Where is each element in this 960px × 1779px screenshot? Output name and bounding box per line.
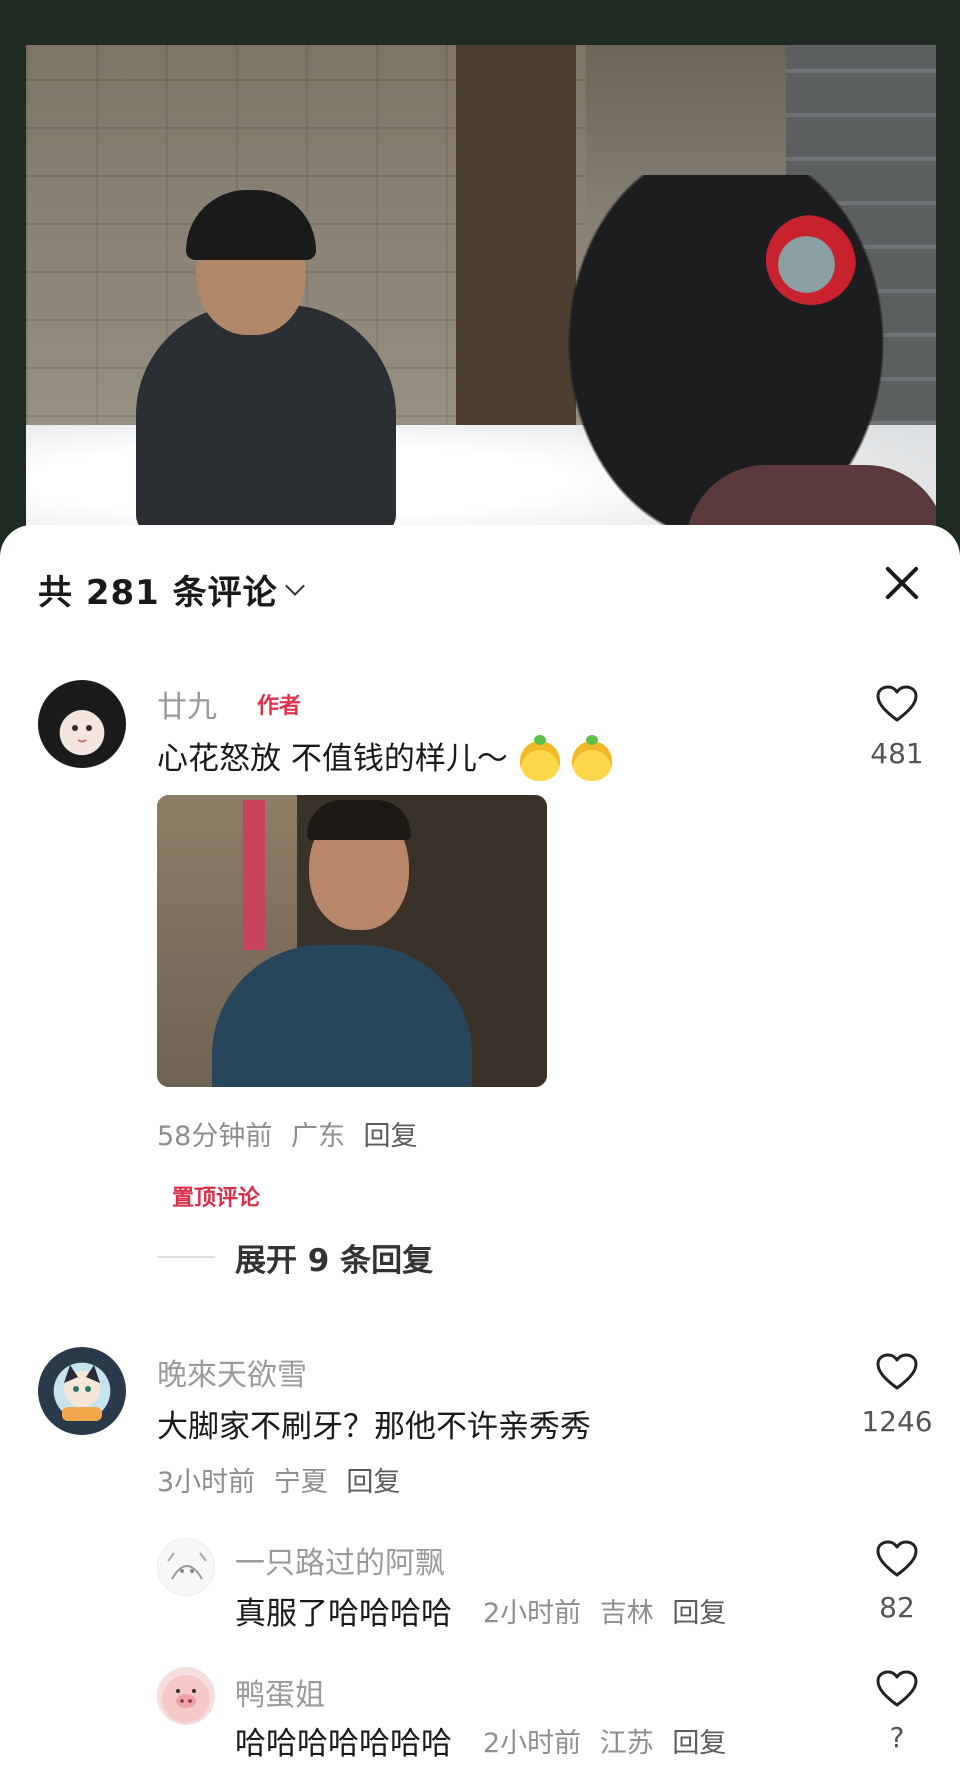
image-red-banner <box>243 800 265 950</box>
comment-meta: 58分钟前 广东 回复 <box>157 1114 418 1153</box>
cartoon-avatar-icon <box>62 1365 102 1421</box>
comment-image[interactable] <box>157 795 547 1087</box>
comment-text: 大脚家不刷牙？那他不许亲秀秀 <box>157 1409 591 1445</box>
reply-text: 哈哈哈哈哈哈哈 <box>235 1718 452 1763</box>
reply-location: 吉林 <box>599 1598 654 1629</box>
comment-count-title: 共 281 条评论 <box>38 573 278 613</box>
hair-bun <box>766 215 856 305</box>
reply-button[interactable]: 回复 <box>672 1598 726 1629</box>
reply-meta: 2小时前 吉林 回复 <box>483 1591 726 1630</box>
reply-meta: 2小时前 江苏 回复 <box>483 1721 726 1760</box>
heart-icon[interactable] <box>876 685 918 723</box>
like-count: 1246 <box>861 1405 933 1438</box>
anime-girl-avatar-icon <box>62 710 102 750</box>
pinned-label: 置顶评论 <box>172 1186 261 1211</box>
heart-icon[interactable] <box>876 1670 918 1708</box>
reply-button[interactable]: 回复 <box>672 1728 726 1759</box>
expand-replies-button[interactable]: 展开 9 条回复 <box>235 1235 433 1280</box>
like-count: 82 <box>879 1591 915 1624</box>
reply-text-body: 哈哈哈哈哈哈哈 <box>235 1726 452 1762</box>
comment-meta: 3小时前 宁夏 回复 <box>157 1460 400 1499</box>
divider <box>157 1256 215 1258</box>
image-man-hair <box>307 800 411 840</box>
like-count: 481 <box>870 737 924 770</box>
comment-text: 心花怒放 不值钱的样儿～ <box>157 733 612 781</box>
reply-button[interactable]: 回复 <box>364 1121 418 1152</box>
reply-button[interactable]: 回复 <box>346 1467 400 1498</box>
avatar[interactable] <box>38 680 126 768</box>
sketch-avatar-icon <box>167 1552 207 1580</box>
username[interactable]: 一只路过的阿飘 <box>235 1538 445 1582</box>
avatar[interactable] <box>38 1347 126 1435</box>
video-frame[interactable] <box>26 45 936 545</box>
reply-time: 2小时前 <box>483 1728 582 1759</box>
reply-location: 江苏 <box>599 1728 654 1759</box>
username[interactable]: 鸭蛋姐 <box>235 1670 325 1714</box>
heart-icon[interactable] <box>876 1353 918 1391</box>
author-tag: 作者 <box>257 694 302 719</box>
man-figure <box>136 305 396 535</box>
like-count: ? <box>889 1721 905 1754</box>
comment-count-selector[interactable]: 共 281 条评论 <box>38 565 305 614</box>
comment-time: 3小时前 <box>157 1467 256 1498</box>
chevron-down-icon <box>284 575 305 596</box>
comment-location: 广东 <box>290 1121 345 1152</box>
pear-face-emoji-icon <box>519 734 560 781</box>
avatar[interactable] <box>157 1538 215 1596</box>
pig-avatar-icon <box>176 1689 196 1708</box>
reply-time: 2小时前 <box>483 1598 582 1629</box>
reply-text-body: 真服了哈哈哈哈 <box>235 1596 452 1632</box>
comment-sheet: 共 281 条评论 廿九 作者 心花怒放 不值钱的样儿～ 481 58分钟前 广… <box>0 525 960 1779</box>
comment-text-body: 心花怒放 不值钱的样儿～ <box>157 741 508 777</box>
close-icon[interactable] <box>882 563 922 603</box>
avatar[interactable] <box>157 1667 215 1725</box>
reply-text: 真服了哈哈哈哈 <box>235 1588 452 1633</box>
comment-location: 宁夏 <box>273 1467 328 1498</box>
username[interactable]: 晚來天欲雪 <box>157 1350 307 1394</box>
comment-time: 58分钟前 <box>157 1121 273 1152</box>
heart-icon[interactable] <box>876 1540 918 1578</box>
pear-face-emoji-icon <box>571 734 612 781</box>
username[interactable]: 廿九 <box>157 682 217 726</box>
